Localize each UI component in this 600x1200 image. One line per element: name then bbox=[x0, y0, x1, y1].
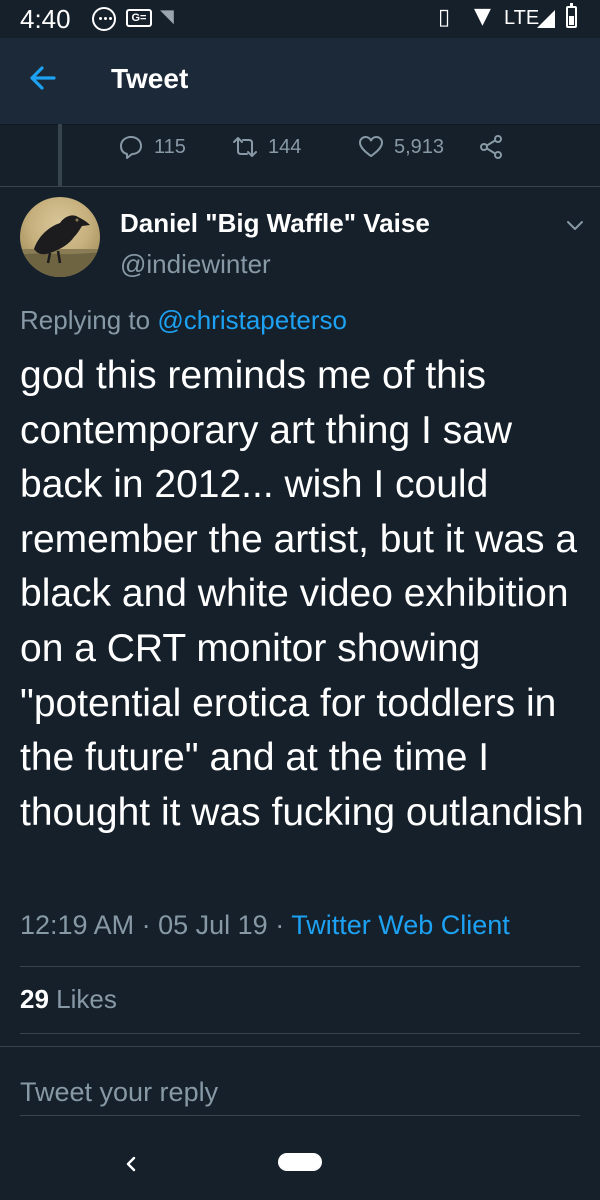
crow-avatar-image bbox=[20, 215, 100, 277]
tweet-source-link[interactable]: Twitter Web Client bbox=[291, 910, 510, 940]
replying-prefix: Replying to bbox=[20, 305, 151, 335]
status-bar: 4:40 G= ◥ ▯ ▼ LTE bbox=[0, 0, 600, 38]
message-bubble-icon bbox=[92, 7, 116, 31]
nav-back-icon[interactable] bbox=[121, 1146, 141, 1182]
like-count: 5,913 bbox=[394, 135, 445, 158]
tweet-metadata: 12:19 AM · 05 Jul 19 · Twitter Web Clien… bbox=[20, 910, 510, 941]
divider bbox=[0, 186, 600, 187]
retweet-count: 144 bbox=[268, 135, 302, 158]
likes-label: Likes bbox=[56, 984, 117, 1014]
battery-icon bbox=[566, 3, 577, 28]
page-title: Tweet bbox=[111, 63, 189, 94]
nav-home-pill[interactable] bbox=[278, 1153, 322, 1171]
share-button[interactable] bbox=[478, 134, 514, 160]
tweet-screen: 4:40 G= ◥ ▯ ▼ LTE Tweet 115 144 5,913 Da… bbox=[0, 0, 600, 1200]
display-name[interactable]: Daniel "Big Waffle" Vaise bbox=[120, 208, 430, 239]
retweet-button[interactable]: 144 bbox=[232, 134, 301, 160]
previous-tweet-action-bar: 115 144 5,913 bbox=[0, 134, 600, 174]
signal-icon bbox=[537, 10, 555, 28]
chevron-down-icon[interactable] bbox=[564, 214, 586, 236]
replying-to-link[interactable]: @christapeterso bbox=[157, 305, 347, 335]
like-icon bbox=[359, 136, 383, 157]
like-button[interactable]: 5,913 bbox=[358, 134, 444, 160]
avatar[interactable] bbox=[20, 197, 100, 277]
back-arrow-icon[interactable] bbox=[26, 58, 60, 98]
retweet-icon bbox=[233, 137, 257, 157]
reply-button[interactable]: 115 bbox=[118, 134, 186, 160]
vibrate-icon: ▯ bbox=[438, 5, 451, 30]
reply-count: 115 bbox=[154, 135, 186, 158]
wifi-icon: ▼ bbox=[474, 4, 491, 29]
likes-summary[interactable]: 29 Likes bbox=[20, 984, 117, 1015]
top-app-bar: Tweet bbox=[0, 38, 600, 125]
meta-dot: · bbox=[275, 910, 292, 940]
wifi-question-icon: ◥ bbox=[160, 6, 174, 26]
status-time: 4:40 bbox=[20, 4, 71, 34]
ge-badge-icon: G= bbox=[126, 9, 152, 27]
tweet-text: god this reminds me of this contemporary… bbox=[20, 354, 584, 834]
likes-count: 29 bbox=[20, 984, 49, 1014]
tweet-time: 12:19 AM bbox=[20, 910, 135, 940]
share-icon bbox=[480, 135, 502, 159]
meta-dot: · bbox=[141, 910, 159, 940]
reply-input[interactable] bbox=[20, 1069, 580, 1116]
system-nav-bar bbox=[0, 1128, 600, 1200]
reply-icon bbox=[120, 136, 142, 159]
reply-bar bbox=[0, 1046, 600, 1127]
tweet-date: 05 Jul 19 bbox=[158, 910, 268, 940]
divider bbox=[20, 1033, 580, 1034]
network-type: LTE bbox=[504, 7, 540, 29]
divider bbox=[20, 966, 580, 967]
replying-to-line: Replying to @christapeterso bbox=[20, 305, 347, 336]
user-handle[interactable]: @indiewinter bbox=[120, 249, 271, 280]
